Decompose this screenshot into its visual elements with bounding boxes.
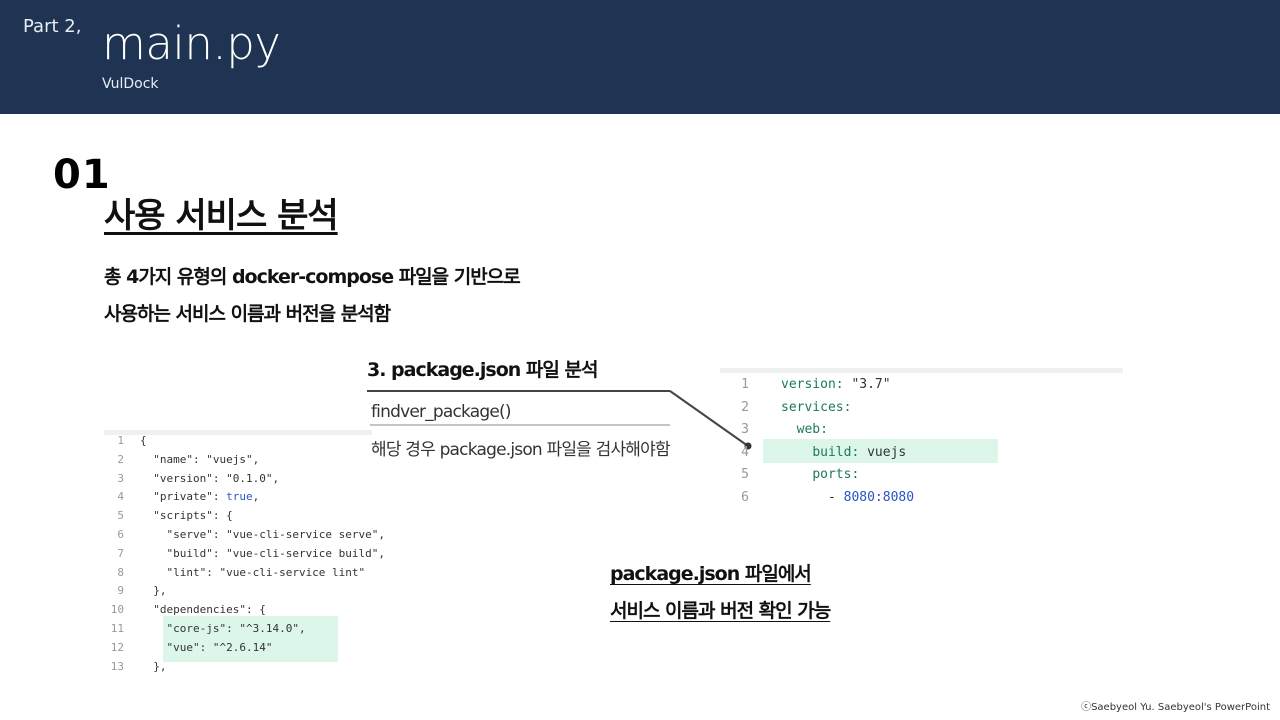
line-number: 6 (117, 527, 124, 541)
code-line: 11 "core-js": "^3.14.0", (100, 620, 400, 639)
code-line: 9 }, (100, 582, 400, 601)
code-line: 3 "version": "0.1.0", (100, 470, 400, 489)
code-text: { (140, 434, 147, 447)
code-line: 6 - 8080:8080 (725, 487, 1125, 510)
code-text: web: (796, 422, 828, 438)
code-text: - 8080:8080 (781, 489, 915, 505)
line-number: 2 (741, 399, 749, 415)
line-number: 2 (117, 452, 124, 466)
code-line: 10 "dependencies": { (100, 601, 400, 620)
line-number: 11 (110, 621, 124, 635)
code-text: version: "3.7" (781, 377, 891, 392)
code-line: 7 "build": "vue-cli-service build", (100, 545, 400, 564)
conclusion-line-2: 서비스 이름과 버전 확인 가능 (610, 600, 831, 622)
code-line: 6 "serve": "vue-cli-service serve", (100, 526, 400, 545)
line-number: 1 (741, 377, 749, 392)
code-line: 5 "scripts": { (100, 507, 400, 526)
line-number: 9 (117, 584, 124, 598)
code-text: "private": true, (140, 490, 260, 504)
line-number: 12 (110, 640, 124, 654)
line-number: 4 (741, 444, 749, 460)
code-line: 12 "vue": "^2.6.14" (100, 639, 400, 658)
line-number: 7 (117, 546, 124, 560)
line-number: 4 (117, 490, 124, 504)
code-text: "scripts": { (140, 509, 233, 523)
code-text: "version": "0.1.0", (140, 471, 280, 485)
code-line: 4 build: vuejs (725, 442, 1125, 465)
code-text: "dependencies": { (140, 603, 266, 617)
code-text: "build": "vue-cli-service build", (140, 546, 386, 560)
code-line: 13 }, (100, 658, 400, 677)
line-number: 5 (117, 509, 124, 523)
code-text: build: vuejs (812, 444, 907, 460)
line-number: 6 (741, 489, 749, 505)
code-line: 1{ (100, 432, 400, 451)
code-line: 3 web: (725, 419, 1125, 442)
code-line: 2 "name": "vuejs", (100, 451, 400, 470)
line-number: 10 (110, 603, 124, 617)
line-number: 3 (741, 422, 749, 438)
code-line: 5 ports: (725, 464, 1125, 487)
code-text: }, (140, 659, 167, 673)
code-text: "serve": "vue-cli-service serve", (140, 527, 386, 541)
line-number: 3 (117, 471, 124, 485)
copyright: ⓒSaebyeol Yu. Saebyeol's PowerPoint (1081, 702, 1270, 713)
code-text: "vue": "^2.6.14" (140, 640, 273, 654)
line-number: 5 (741, 467, 749, 483)
docker-compose-code: 1 version: "3.7" 2 services: 3 web: 4 build: … (725, 374, 1125, 510)
conclusion-line-1: package.json 파일에서 (610, 563, 812, 585)
code-line: 4 "private": true, (100, 488, 400, 507)
code-text: "name": "vuejs", (140, 452, 260, 466)
line-number: 8 (117, 565, 124, 579)
compose-topbar (720, 368, 1123, 373)
code-line: 2 services: (725, 397, 1125, 420)
code-text: services: (781, 399, 852, 415)
code-text: "lint": "vue-cli-service lint" (140, 565, 366, 579)
code-text: }, (140, 584, 167, 598)
code-line: 8 "lint": "vue-cli-service lint" (100, 564, 400, 583)
code-text: ports: (812, 467, 860, 483)
line-number: 13 (110, 659, 124, 673)
code-text: "core-js": "^3.14.0", (140, 621, 306, 635)
line-number: 1 (117, 434, 124, 447)
code-line: 1 version: "3.7" (725, 374, 1125, 397)
package-json-code: 1{2 "name": "vuejs", 3 "version": "0.1.0"… (100, 432, 400, 676)
